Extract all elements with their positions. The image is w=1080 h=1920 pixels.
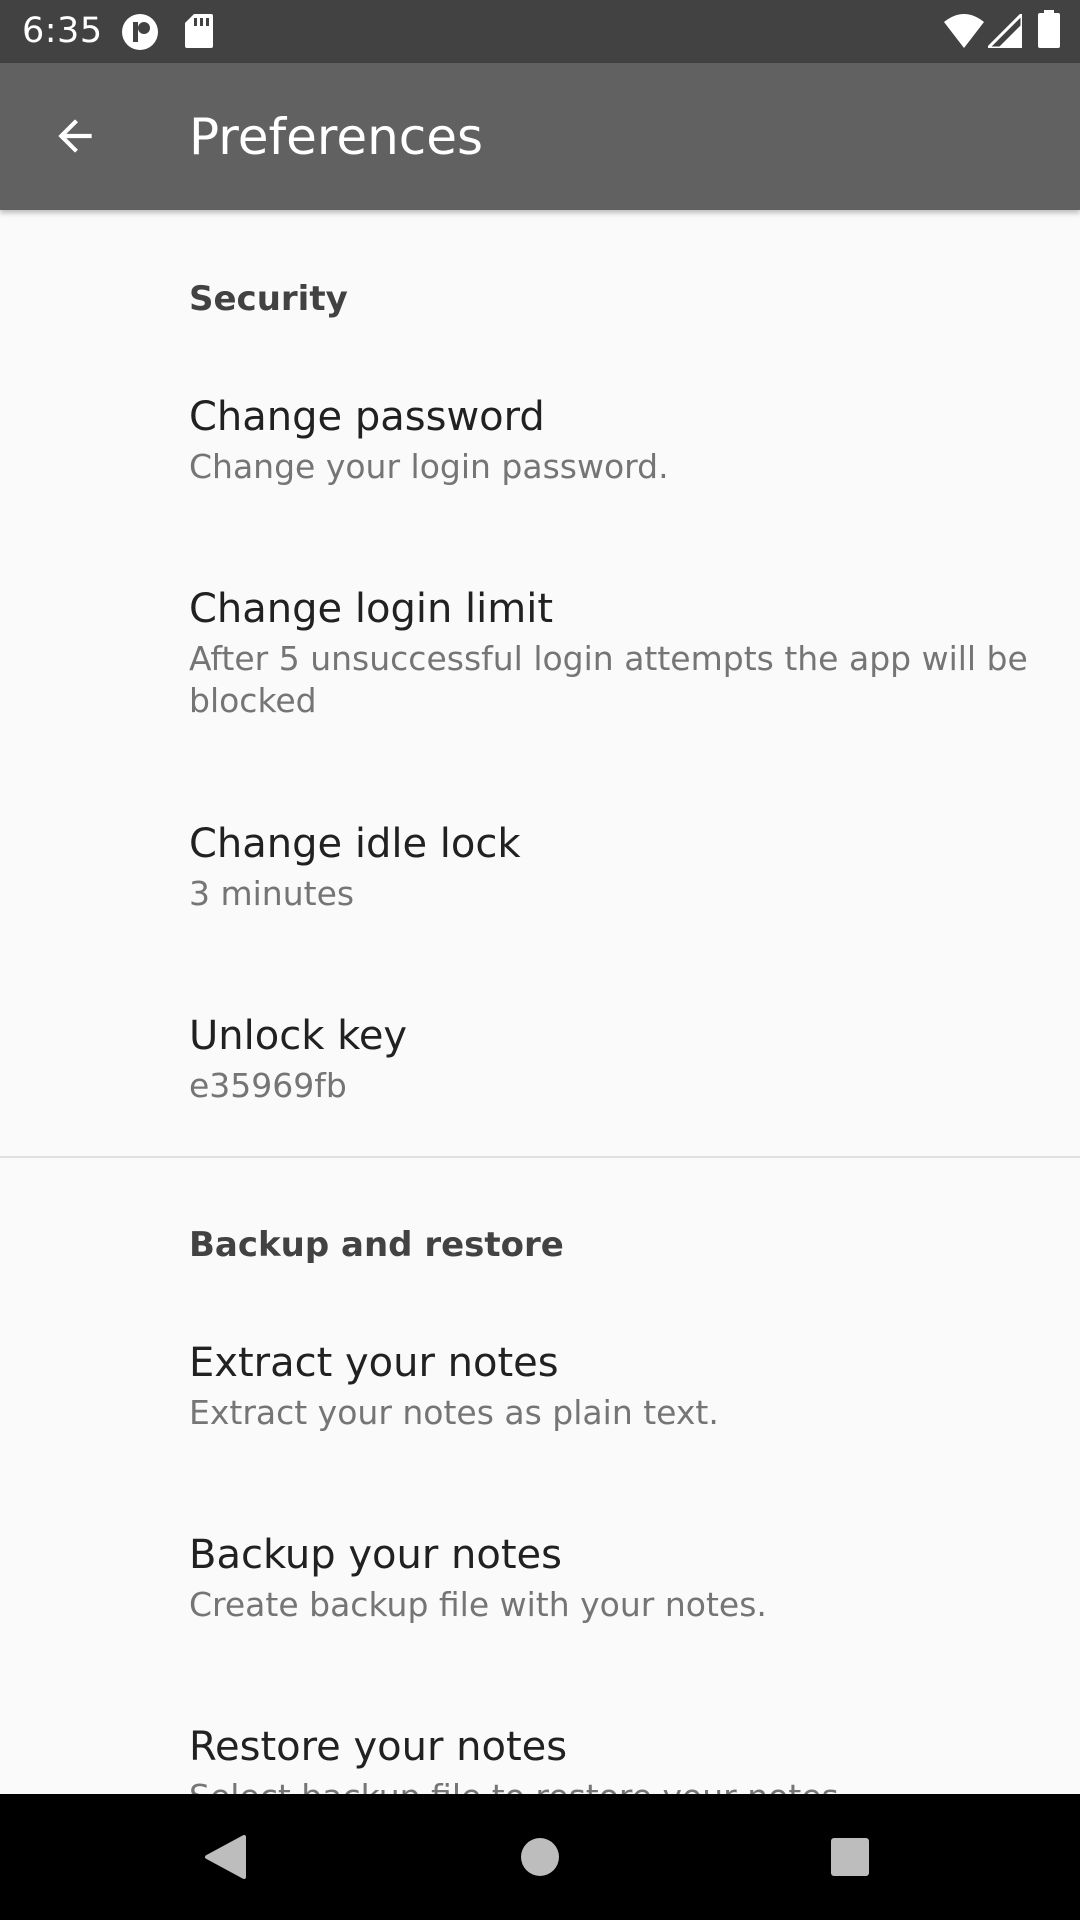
back-button[interactable] xyxy=(30,91,120,181)
arrow-back-icon xyxy=(58,119,92,153)
pref-summary: e35969fb xyxy=(189,1066,347,1105)
navigation-bar xyxy=(0,1794,1080,1920)
home-circle-icon xyxy=(521,1838,559,1876)
pref-title: Change login limit xyxy=(189,586,554,632)
category-security: Security xyxy=(189,279,348,319)
pref-backup-notes[interactable]: Backup your notes Create backup file wit… xyxy=(0,1530,1080,1660)
pref-restore-notes[interactable]: Restore your notes Select backup file to… xyxy=(0,1722,1080,1794)
recents-square-icon xyxy=(831,1838,869,1876)
pref-change-login-limit[interactable]: Change login limit After 5 unsuccessful … xyxy=(0,584,1080,754)
back-triangle-icon xyxy=(205,1835,246,1879)
page-title: Preferences xyxy=(189,108,484,166)
notification-app-icon xyxy=(122,14,158,50)
wifi-icon xyxy=(944,14,984,48)
pref-title: Extract your notes xyxy=(189,1340,559,1386)
nav-recents-button[interactable] xyxy=(805,1812,895,1902)
pref-title: Backup your notes xyxy=(189,1532,562,1578)
sd-card-icon xyxy=(185,14,213,48)
pref-summary: After 5 unsuccessful login attempts the … xyxy=(189,639,1028,720)
pref-title: Restore your notes xyxy=(189,1724,568,1770)
pref-extract-notes[interactable]: Extract your notes Extract your notes as… xyxy=(0,1338,1080,1468)
signal-icon xyxy=(988,14,1022,48)
app-bar: Preferences xyxy=(0,63,1080,210)
pref-change-idle-lock[interactable]: Change idle lock 3 minutes xyxy=(0,819,1080,949)
nav-back-button[interactable] xyxy=(180,1812,270,1902)
status-time: 6:35 xyxy=(22,11,103,51)
pref-title: Unlock key xyxy=(189,1013,408,1059)
status-bar: 6:35 xyxy=(0,0,1080,63)
section-divider xyxy=(0,1156,1080,1158)
preferences-list[interactable]: Security Change password Change your log… xyxy=(0,210,1080,1794)
pref-change-password[interactable]: Change password Change your login passwo… xyxy=(0,392,1080,522)
pref-summary: 3 minutes xyxy=(189,874,355,913)
pref-summary: Create backup file with your notes. xyxy=(189,1585,767,1624)
pref-summary: Select backup file to restore your notes xyxy=(189,1776,1039,1794)
pref-summary: Change your login password. xyxy=(189,447,669,486)
nav-home-button[interactable] xyxy=(495,1812,585,1902)
pref-title: Change password xyxy=(189,394,545,440)
pref-unlock-key[interactable]: Unlock key e35969fb xyxy=(0,1011,1080,1141)
pref-title: Change idle lock xyxy=(189,821,521,867)
battery-icon xyxy=(1038,10,1060,48)
pref-summary: Extract your notes as plain text. xyxy=(189,1393,719,1432)
category-backup-and-restore: Backup and restore xyxy=(189,1225,564,1265)
